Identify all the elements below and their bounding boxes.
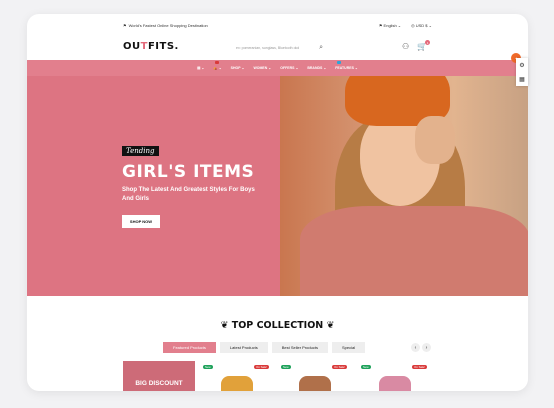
tag-icon: ⚑ <box>123 22 127 28</box>
prev-arrow-icon[interactable]: ‹ <box>411 343 420 352</box>
sale-badge: On Sale! <box>254 365 269 369</box>
nav-features[interactable]: FEATURES ⌄ <box>335 61 358 70</box>
search-icon[interactable]: ⌕ <box>319 44 323 51</box>
page-frame: ⚑ World's Fastest Online Shopping Destin… <box>27 14 528 391</box>
grid-icon[interactable]: ▦ <box>519 76 525 83</box>
sale-badge: On Sale! <box>332 365 347 369</box>
tab-best-seller[interactable]: Best Seller Products <box>271 342 328 353</box>
nav-offers[interactable]: OFFERS ⌄ <box>280 66 298 70</box>
product-image <box>221 376 253 391</box>
hero-image <box>280 76 528 296</box>
hero-subtitle: Shop The Latest And Greatest Styles For … <box>122 187 255 202</box>
nav-category-icon[interactable]: ⛺ ⌄ <box>213 61 222 70</box>
sale-badge: On Sale! <box>412 365 427 369</box>
trending-badge: Tending <box>122 146 159 156</box>
tab-special[interactable]: Special <box>331 342 366 353</box>
hero-title: GIRL'S ITEMS <box>122 162 255 182</box>
nav-brands[interactable]: BRANDS ⌄ <box>307 66 326 70</box>
product-card[interactable]: New On Sale! <box>201 364 271 391</box>
tab-latest[interactable]: Latest Products <box>219 342 268 353</box>
promo-banner[interactable]: BIG DISCOUNT <box>123 361 195 391</box>
product-image <box>379 376 411 391</box>
nav-tag <box>215 61 219 64</box>
logo[interactable]: OUTFITS. <box>123 41 179 52</box>
tagline: ⚑ World's Fastest Online Shopping Destin… <box>123 23 208 28</box>
product-image <box>299 376 331 391</box>
language-select[interactable]: ⚑ English ⌄ <box>379 23 401 28</box>
product-card[interactable]: New On Sale! <box>279 364 349 391</box>
header: OUTFITS. ex: pomeranian, sunglass, Bluet… <box>27 36 528 60</box>
ornament-icon: ❦ <box>326 320 335 331</box>
currency-select[interactable]: ◎ USD $ ⌄ <box>411 23 432 28</box>
top-bar: ⚑ World's Fastest Online Shopping Destin… <box>27 14 528 36</box>
cart-count-badge: 1 <box>425 40 431 45</box>
nav-tag <box>337 61 341 64</box>
nav-shop[interactable]: SHOP ⌄ <box>231 66 245 70</box>
new-badge: New <box>281 365 291 369</box>
cart-icon[interactable]: 🛒 1 <box>417 40 431 51</box>
search-input[interactable]: ex: pomeranian, sunglass, Bluetooth dcd … <box>232 42 327 53</box>
gear-icon[interactable]: ⚙ <box>519 62 524 69</box>
ornament-icon: ❦ <box>220 320 229 331</box>
nav-women[interactable]: WOMEN ⌄ <box>253 66 271 70</box>
product-tabs: Featured Products Latest Products Best S… <box>163 342 366 353</box>
nav-home-icon[interactable]: ▤ ⌄ <box>197 66 204 70</box>
search-placeholder: ex: pomeranian, sunglass, Bluetooth dcd <box>236 45 300 50</box>
product-card[interactable]: New On Sale! <box>359 364 429 391</box>
side-toolbar: ⚙ ▦ <box>516 58 528 86</box>
main-nav: ▤ ⌄ ⛺ ⌄ SHOP ⌄ WOMEN ⌄ OFFERS ⌄ BRANDS ⌄… <box>27 60 528 76</box>
slider-dots[interactable] <box>320 300 322 310</box>
tagline-text: World's Fastest Online Shopping Destinat… <box>128 22 208 28</box>
new-badge: New <box>203 365 213 369</box>
next-arrow-icon[interactable]: › <box>422 343 431 352</box>
tab-featured[interactable]: Featured Products <box>163 342 216 353</box>
user-icon[interactable]: ⚇ <box>402 42 409 51</box>
new-badge: New <box>361 365 371 369</box>
shop-now-button[interactable]: SHOP NOW <box>122 215 160 228</box>
section-title: ❦ TOP COLLECTION ❦ <box>220 320 335 331</box>
